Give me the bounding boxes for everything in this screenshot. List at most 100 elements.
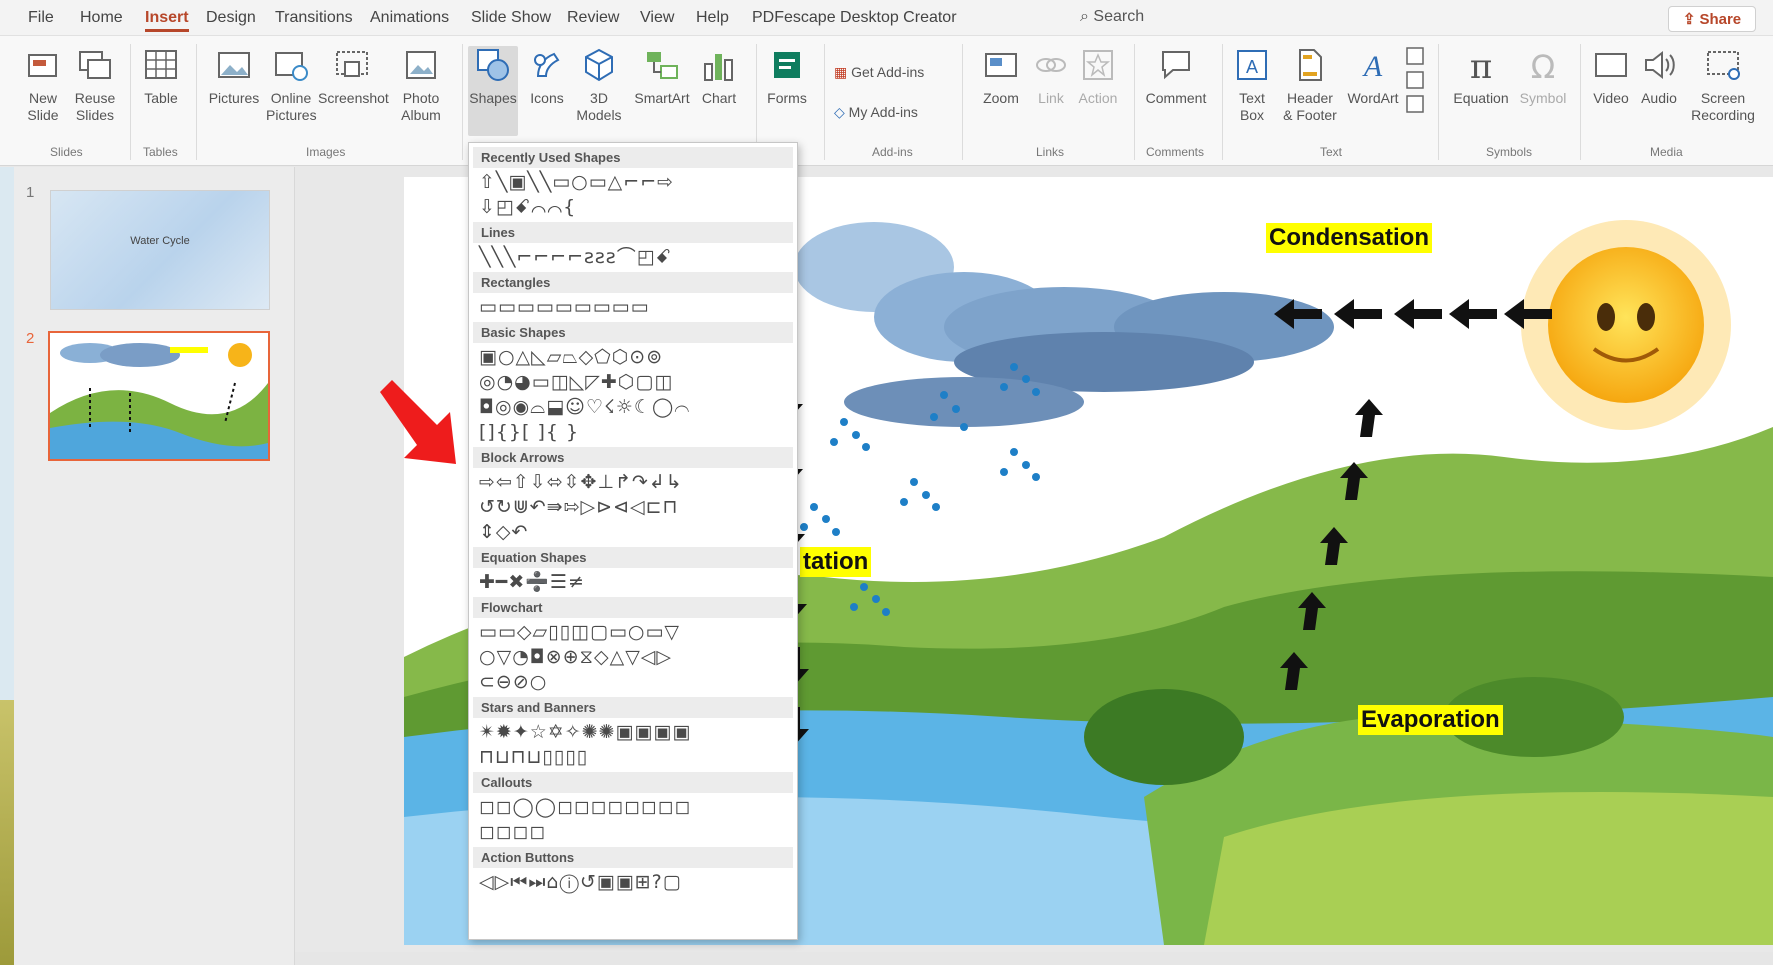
link-icon: [1036, 58, 1066, 72]
tab-review[interactable]: Review: [567, 8, 619, 32]
tab-animations[interactable]: Animations: [370, 8, 449, 32]
action-button[interactable]: Action: [1074, 46, 1122, 107]
table-button[interactable]: Table: [138, 46, 184, 107]
tab-home[interactable]: Home: [80, 8, 123, 32]
wordart-button[interactable]: A WordArt: [1344, 46, 1402, 107]
share-label: Share: [1699, 10, 1742, 28]
omega-icon: Ω: [1531, 48, 1555, 84]
shapes-row[interactable]: ✴✹✦☆✡✧✺✺▣▣▣▣: [479, 720, 691, 744]
3d-models-label: 3D Models: [576, 90, 622, 123]
photo-album-button[interactable]: Photo Album: [392, 46, 450, 124]
shapes-row[interactable]: ⇨⇦⇧⇩⬄⇳✥⊥↱↷↲↳: [479, 470, 683, 494]
link-button[interactable]: Link: [1030, 46, 1072, 107]
slide-thumbnail-1[interactable]: Water Cycle: [50, 190, 270, 310]
pictures-button[interactable]: Pictures: [204, 46, 264, 107]
shapes-section-header: Block Arrows: [473, 447, 793, 468]
table-label: Table: [144, 90, 178, 106]
shapes-row[interactable]: ▣○△◺▱⏢◇⬠⬡⊙⊚: [479, 345, 663, 369]
reuse-slides-button[interactable]: Reuse Slides: [70, 46, 120, 124]
pictures-label: Pictures: [208, 90, 260, 106]
shapes-button[interactable]: Shapes: [468, 46, 518, 136]
addins-icon: ◇: [834, 104, 845, 120]
search-box[interactable]: ⌕ Search: [1080, 8, 1144, 26]
cloud-icon: [794, 222, 1334, 427]
share-icon: ⇪: [1682, 11, 1696, 28]
chart-label: Chart: [701, 90, 737, 106]
action-star-icon: [1083, 50, 1113, 80]
shapes-row[interactable]: ⊂⊖⊘○: [479, 670, 547, 694]
group-links: Links: [1036, 145, 1065, 159]
zoom-button[interactable]: Zoom: [974, 46, 1028, 107]
shapes-row[interactable]: ▭▭▭▭▭▭▭▭▭: [479, 295, 650, 319]
shapes-row[interactable]: ↺↻⋓↶⇛⇰▷⊳⊲◁⊏⊓: [479, 495, 678, 519]
my-addins-button[interactable]: ◇ My Add-ins: [834, 104, 944, 121]
wordart-label: WordArt: [1347, 90, 1399, 106]
header-footer-button[interactable]: Header & Footer: [1278, 46, 1342, 124]
get-addins-button[interactable]: ▦ Get Add-ins: [834, 64, 934, 81]
shapes-row[interactable]: ⇧╲▣╲╲▭○▭△⌐⌐⇨: [479, 170, 674, 194]
evaporation-label[interactable]: Evaporation: [1358, 705, 1503, 735]
shapes-row[interactable]: ◎◔◕▭◫◺◸✚⬡▢◫: [479, 370, 673, 394]
smartart-button[interactable]: SmartArt: [630, 46, 694, 107]
shapes-section-header: Callouts: [473, 772, 793, 793]
tab-pdfescape[interactable]: PDFescape Desktop Creator: [752, 8, 957, 32]
zoom-icon: [985, 53, 1017, 77]
tab-view[interactable]: View: [640, 8, 674, 32]
forms-button[interactable]: Forms: [764, 46, 810, 107]
tab-file[interactable]: File: [28, 8, 54, 32]
tab-slide-show[interactable]: Slide Show: [471, 8, 551, 32]
shapes-row[interactable]: ╲╲╲⌐⌐⌐⌐ƨƨƨ⌒◰ꗃ: [479, 245, 672, 269]
shapes-section-header: Stars and Banners: [473, 697, 793, 718]
group-text: Text: [1320, 145, 1343, 159]
audio-button[interactable]: Audio: [1636, 46, 1682, 107]
video-button[interactable]: Video: [1588, 46, 1634, 107]
share-button[interactable]: ⇪ Share: [1668, 6, 1756, 32]
tab-help[interactable]: Help: [696, 8, 729, 32]
screenshot-button[interactable]: Screenshot: [318, 46, 389, 107]
text-small-buttons[interactable]: [1404, 46, 1426, 120]
online-pictures-button[interactable]: Online Pictures: [266, 46, 317, 124]
symbol-label: Symbol: [1519, 90, 1567, 106]
shapes-row[interactable]: ⇩◰ꗃ⌒⌒{: [479, 195, 576, 219]
new-slide-button[interactable]: New Slide: [18, 46, 68, 124]
shapes-row[interactable]: ◁▷⏮⏭⌂ⓘ↺▣▣⊞?▢: [479, 870, 682, 894]
shapes-row[interactable]: []{}[ ]{ }: [479, 420, 579, 444]
ribbon-tab-bar: File Home Insert Design Transitions Anim…: [0, 0, 1773, 36]
slide-number-1: 1: [26, 184, 35, 201]
equation-label: Equation: [1453, 90, 1509, 106]
speaker-icon: [1645, 50, 1675, 80]
shapes-section-header: Flowchart: [473, 597, 793, 618]
condensation-label[interactable]: Condensation: [1266, 223, 1432, 253]
shapes-row[interactable]: ◘◎◉⌓⬓☺♡☇☼☾◯⌒: [479, 395, 690, 419]
icons-button[interactable]: Icons: [524, 46, 570, 107]
tab-insert[interactable]: Insert: [145, 8, 189, 32]
shapes-row[interactable]: ⇕◇↶: [479, 520, 528, 544]
shapes-row[interactable]: ⊓⊔⊓⊔▯▯▯▯: [479, 745, 588, 769]
comment-button[interactable]: Comment: [1142, 46, 1210, 107]
tab-transitions[interactable]: Transitions: [275, 8, 353, 32]
shapes-row[interactable]: ○▽◔◘⊗⊕⧖◇△▽◁▷: [479, 645, 672, 669]
shapes-row[interactable]: ◻◻◯◯◻◻◻◻◻◻◻◻: [479, 795, 691, 819]
3d-models-button[interactable]: 3D Models: [574, 46, 624, 124]
shapes-row[interactable]: ◻◻◻◻: [479, 820, 546, 844]
tab-design[interactable]: Design: [206, 8, 256, 32]
header-footer-icon: [1299, 49, 1322, 81]
shapes-row[interactable]: ▭▭◇▱▯▯◫▢▭○▭▽: [479, 620, 680, 644]
shapes-row[interactable]: ✚━✖➗☰≠: [479, 570, 585, 594]
text-box-label: Text Box: [1239, 90, 1265, 123]
chart-button[interactable]: Chart: [696, 46, 742, 107]
text-box-button[interactable]: A Text Box: [1230, 46, 1274, 124]
screen-recording-button[interactable]: Screen Recording: [1686, 46, 1760, 124]
precipitation-label[interactable]: tation: [800, 547, 872, 577]
shapes-section-header: Lines: [473, 222, 793, 243]
group-images: Images: [306, 145, 346, 159]
group-media: Media: [1650, 145, 1683, 159]
equation-button[interactable]: π Equation: [1446, 46, 1516, 107]
forms-icon: [774, 52, 800, 78]
new-slide-label: New Slide: [27, 90, 59, 123]
slide-thumbnail-2[interactable]: [48, 331, 270, 461]
table-icon: [145, 50, 177, 79]
symbol-button[interactable]: Ω Symbol: [1518, 46, 1568, 107]
reuse-slides-label: Reuse Slides: [74, 90, 116, 123]
my-addins-label: My Add-ins: [848, 104, 918, 120]
